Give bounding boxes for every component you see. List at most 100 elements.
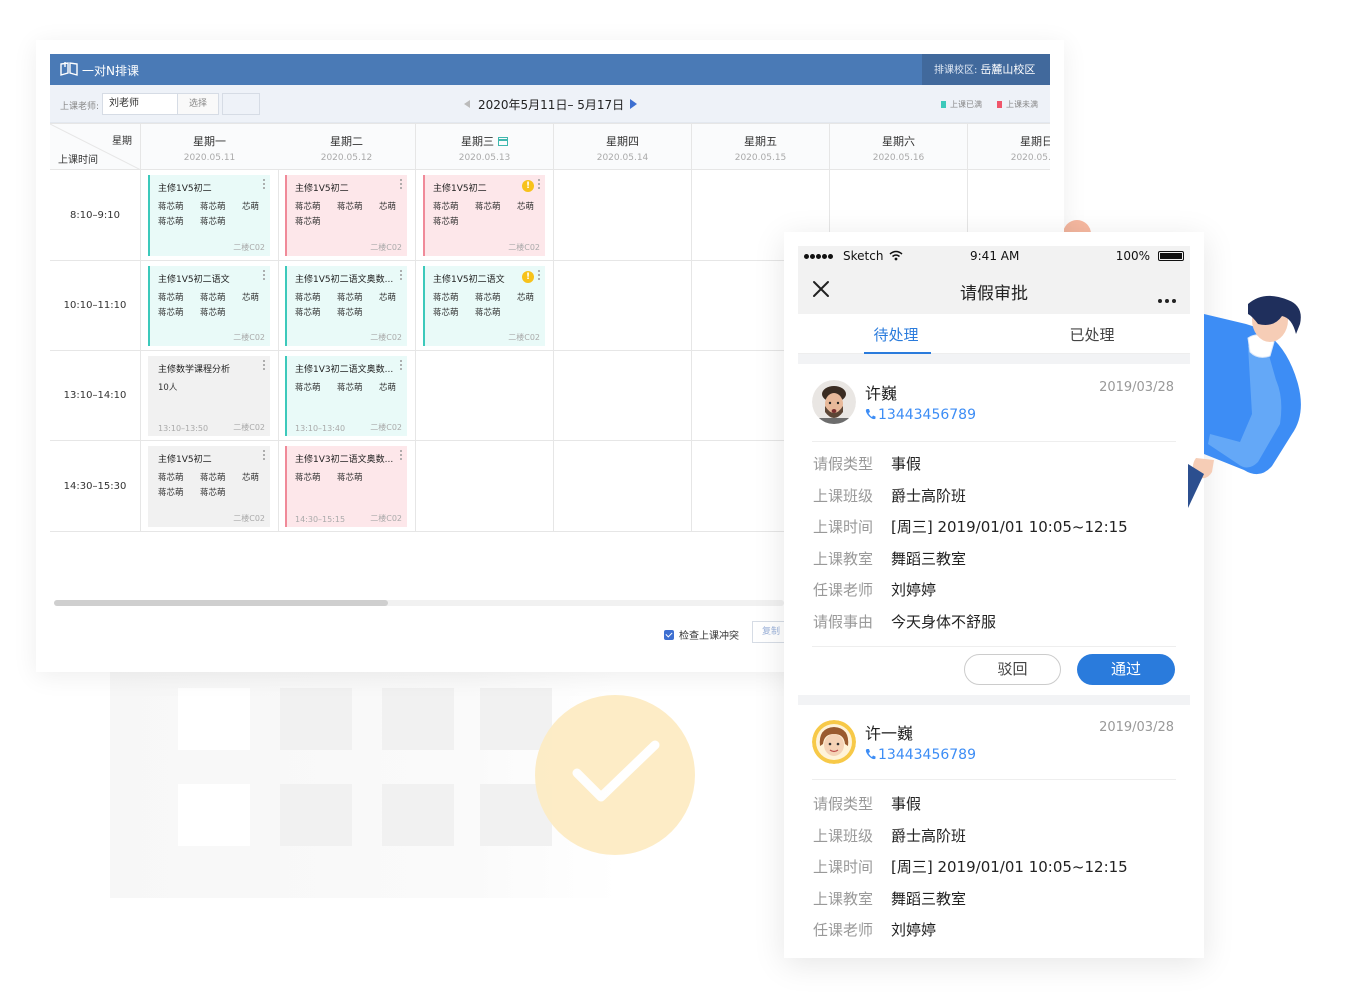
course-room: 二楼C02 [233,423,265,432]
schedule-cell[interactable]: 主修1V5初二语文 蒋芯萌 蒋芯萌 芯萌 蒋芯萌 蒋芯萌 二楼C02 [141,261,279,351]
calendar-icon[interactable] [498,137,508,146]
warning-icon[interactable]: ! [522,271,534,283]
student-name: 10人 [158,383,178,393]
warning-icon[interactable]: ! [522,180,534,192]
record-date: 2019/03/28 [1099,380,1174,395]
student-name: 蒋芯萌 [475,202,501,212]
teacher-input[interactable]: 刘老师 [102,93,178,115]
schedule-cell[interactable]: 主修1V5初二 蒋芯萌 蒋芯萌 芯萌 蒋芯萌 蒋芯萌 二楼C02 [141,170,279,261]
schedule-cell[interactable]: 主修1V3初二语文奥数... 蒋芯萌 蒋芯萌 芯萌 13:10–13:40 二楼C02 [278,351,416,441]
toolbar-blank-button[interactable] [222,93,260,115]
tab-done[interactable]: 已处理 [994,324,1190,345]
more-vertical-icon[interactable] [263,450,266,462]
checkmark-circle-decoration [535,695,695,855]
legend-not-full: 上课未满 [997,99,1038,110]
course-name: 主修数学课程分析 [158,365,231,375]
student-name: 芯萌 [379,202,397,212]
field-value: [周三] 2019/01/01 10:05~12:15 [891,858,1128,876]
course-time: 13:10–13:40 [295,424,346,433]
schedule-cell[interactable]: 主修1V5初二 蒋芯萌 蒋芯萌 芯萌 蒋芯萌 二楼C02! [416,170,554,261]
course-card[interactable]: 主修1V5初二 蒋芯萌 蒋芯萌 芯萌 蒋芯萌 蒋芯萌 二楼C02 [148,175,270,256]
schedule-cell[interactable] [554,441,692,532]
more-vertical-icon[interactable] [538,270,541,282]
check-conflict-checkbox[interactable]: 检查上课冲突 [664,627,739,642]
more-vertical-icon[interactable] [400,179,403,191]
field-value: 舞蹈三教室 [891,550,967,568]
corner-time-label: 上课时间 [58,155,98,166]
course-card[interactable]: 主修1V5初二 蒋芯萌 蒋芯萌 芯萌 蒋芯萌 二楼C02! [423,175,545,256]
course-card[interactable]: 主修1V5初二语文 蒋芯萌 蒋芯萌 芯萌 蒋芯萌 蒋芯萌 二楼C02! [423,266,545,346]
schedule-cell[interactable]: 主修1V5初二语文 蒋芯萌 蒋芯萌 芯萌 蒋芯萌 蒋芯萌 二楼C02! [416,261,554,351]
course-time: 13:10–13:50 [158,424,209,433]
day-date: 2020.05.13 [458,153,511,163]
section-gap [798,695,1190,705]
student-name: 许一巍 [865,724,914,743]
more-vertical-icon[interactable] [400,450,403,462]
student-line: 蒋芯萌 蒋芯萌 [158,306,263,321]
student-line: 蒋芯萌 蒋芯萌 芯萌 [158,291,263,306]
course-card[interactable]: 主修1V3初二语文奥数... 蒋芯萌 蒋芯萌 14:30–15:15 二楼C02 [285,446,407,527]
course-card[interactable]: 主修数学课程分析 10人 13:10–13:50 二楼C02 [148,356,270,436]
time-slot-label: 13:10–14:10 [50,351,141,441]
more-icon[interactable] [1155,288,1176,307]
scrollbar-thumb[interactable] [54,600,388,606]
course-name: 主修1V3初二语文奥数... [295,365,394,375]
schedule-cell[interactable]: 主修1V5初二 蒋芯萌 蒋芯萌 芯萌 蒋芯萌 二楼C02 [278,170,416,261]
more-vertical-icon[interactable] [400,270,403,282]
status-bar: Sketch 9:41 AM 100% [798,246,1190,266]
tab-pending[interactable]: 待处理 [798,324,994,345]
schedule-title-bar: 一对N排课 排课校区: 岳麓山校区 [50,54,1050,85]
signal-icon [804,250,834,264]
student-phone[interactable]: 13443456789 [865,407,976,423]
legend-not-full-label: 上课未满 [1006,100,1038,109]
schedule-title: 一对N排课 [82,64,139,78]
field-class-time: 上课时间 [周三] 2019/01/01 10:05~12:15 [813,516,1128,537]
schedule-cell[interactable] [416,441,554,532]
student-name: 蒋芯萌 [200,308,226,318]
schedule-cell[interactable] [416,351,554,441]
prev-week-icon[interactable] [464,100,470,108]
course-card[interactable]: 主修1V5初二语文奥数... 蒋芯萌 蒋芯萌 芯萌 蒋芯萌 蒋芯萌 二楼C02 [285,266,407,346]
checkbox-checked-icon [664,630,674,640]
day-header: 星期五 2020.05.15 [692,124,830,170]
field-key: 请假类型 [813,455,874,473]
course-room: 二楼C02 [233,514,265,523]
field-key: 任课老师 [813,921,874,939]
schedule-cell[interactable]: 主修1V5初二 蒋芯萌 蒋芯萌 芯萌 蒋芯萌 蒋芯萌 二楼C02 [141,441,279,532]
schedule-cell[interactable]: 主修数学课程分析 10人 13:10–13:50 二楼C02 [141,351,279,441]
more-vertical-icon[interactable] [263,270,266,282]
field-key: 任课老师 [813,581,874,599]
more-vertical-icon[interactable] [400,360,403,372]
course-card[interactable]: 主修1V5初二 蒋芯萌 蒋芯萌 芯萌 蒋芯萌 蒋芯萌 二楼C02 [148,446,270,527]
horizontal-scrollbar[interactable] [54,600,784,606]
student-line: 蒋芯萌 蒋芯萌 芯萌 [433,291,538,306]
student-name: 芯萌 [517,202,535,212]
schedule-cell[interactable]: 主修1V5初二语文奥数... 蒋芯萌 蒋芯萌 芯萌 蒋芯萌 蒋芯萌 二楼C02 [278,261,416,351]
schedule-cell[interactable] [554,170,692,261]
more-vertical-icon[interactable] [263,360,266,372]
field-value: 爵士高阶班 [891,827,967,845]
student-name: 蒋芯萌 [295,217,321,227]
course-card[interactable]: 主修1V5初二语文 蒋芯萌 蒋芯萌 芯萌 蒋芯萌 蒋芯萌 二楼C02 [148,266,270,346]
student-name: 蒋芯萌 [158,473,184,483]
course-name: 主修1V5初二语文奥数... [295,275,394,285]
schedule-cell[interactable] [554,351,692,441]
field-class-time: 上课时间 [周三] 2019/01/01 10:05~12:15 [813,856,1128,877]
student-line: 蒋芯萌 蒋芯萌 [295,471,400,486]
more-vertical-icon[interactable] [263,179,266,191]
pick-teacher-button[interactable]: 选择 [177,93,219,115]
approve-button[interactable]: 通过 [1077,654,1175,685]
next-week-icon[interactable] [630,99,637,109]
schedule-cell[interactable]: 主修1V3初二语文奥数... 蒋芯萌 蒋芯萌 14:30–15:15 二楼C02 [278,441,416,532]
more-vertical-icon[interactable] [538,179,541,191]
campus-selector[interactable]: 排课校区: 岳麓山校区 [922,54,1050,85]
student-phone[interactable]: 13443456789 [865,747,976,763]
course-card[interactable]: 主修1V5初二 蒋芯萌 蒋芯萌 芯萌 蒋芯萌 二楼C02 [285,175,407,256]
reject-button[interactable]: 驳回 [964,654,1061,685]
student-name: 蒋芯萌 [433,217,459,227]
field-classroom: 上课教室 舞蹈三教室 [813,548,966,569]
day-header: 星期六 2020.05.16 [830,124,968,170]
student-name: 蒋芯萌 [433,293,459,303]
course-card[interactable]: 主修1V3初二语文奥数... 蒋芯萌 蒋芯萌 芯萌 13:10–13:40 二楼C02 [285,356,407,436]
schedule-cell[interactable] [554,261,692,351]
